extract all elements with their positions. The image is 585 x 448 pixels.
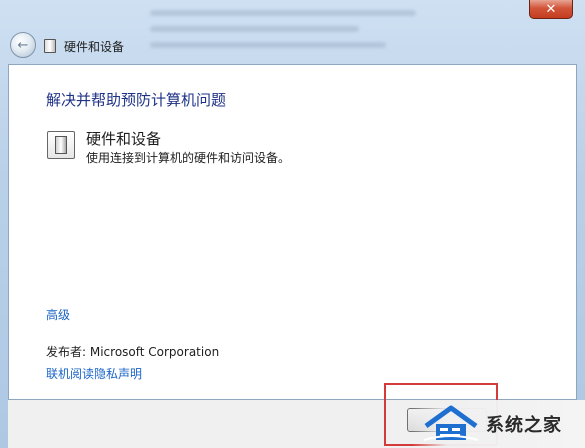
watermark: 系统之家 xyxy=(412,400,585,448)
hardware-device-icon xyxy=(47,131,75,159)
troubleshooter-description: 使用连接到计算机的硬件和访问设备。 xyxy=(86,151,291,165)
hardware-device-icon xyxy=(44,39,56,53)
house-logo-icon xyxy=(423,405,479,441)
close-button[interactable]: ✕ xyxy=(529,0,573,19)
back-button[interactable]: ← xyxy=(10,32,36,58)
breadcrumb-title: 硬件和设备 xyxy=(64,40,125,54)
publisher-label: 发布者: Microsoft Corporation xyxy=(46,345,220,359)
watermark-text: 系统之家 xyxy=(486,415,562,436)
advanced-link[interactable]: 高级 xyxy=(46,306,70,323)
back-arrow-icon: ← xyxy=(17,37,29,53)
troubleshooter-title: 硬件和设备 xyxy=(86,130,162,148)
privacy-statement-link[interactable]: 联机阅读隐私声明 xyxy=(46,365,142,382)
navigation-bar: ← 硬件和设备 xyxy=(0,30,585,62)
page-title: 解决并帮助预防计算机问题 xyxy=(46,91,227,109)
dialog-window: ✕ ← 硬件和设备 解决并帮助预防计算机问题 硬件和设备 使用连接到计算机的硬件… xyxy=(0,0,585,448)
main-content: 解决并帮助预防计算机问题 硬件和设备 使用连接到计算机的硬件和访问设备。 高级 … xyxy=(8,64,577,400)
